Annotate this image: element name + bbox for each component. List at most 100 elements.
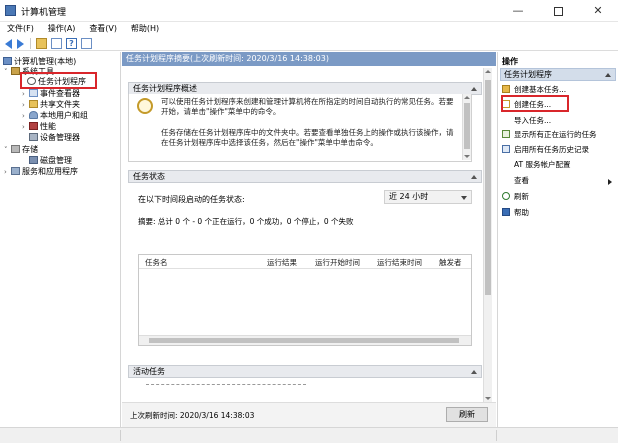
tree-item-device-manager[interactable]: 设备管理器 xyxy=(29,132,80,143)
status-period-dropdown[interactable]: 近 24 小时 xyxy=(384,190,472,204)
maximize-button[interactable] xyxy=(538,0,578,22)
last-refresh-time: 上次刷新时间: 2020/3/16 14:38:03 xyxy=(130,411,255,420)
action-enable-history[interactable]: 启用所有任务历史记录 xyxy=(502,144,589,156)
column-start-time[interactable]: 运行开始时间 xyxy=(315,257,360,268)
scroll-thumb[interactable] xyxy=(149,338,459,343)
at-service-icon xyxy=(502,160,510,168)
scroll-thumb[interactable] xyxy=(464,103,470,149)
collapse-caret-icon[interactable] xyxy=(605,73,611,77)
tree-item-shared-folders[interactable]: › 共享文件夹 xyxy=(22,99,80,110)
actions-section-task-scheduler[interactable]: 任务计划程序 xyxy=(500,68,616,81)
back-arrow-icon[interactable] xyxy=(5,39,12,49)
action-view[interactable]: 查看 xyxy=(502,175,529,187)
task-scheduler-clock-icon xyxy=(137,98,153,114)
running-tasks-icon xyxy=(502,130,510,138)
properties-icon[interactable] xyxy=(81,38,92,49)
menu-action[interactable]: 操作(A) xyxy=(44,22,80,36)
task-status-section-header[interactable]: 任务状态 xyxy=(128,170,482,183)
submenu-arrow-icon xyxy=(608,179,612,185)
tree-label: 本地用户和组 xyxy=(40,111,88,120)
import-icon xyxy=(502,116,510,124)
collapse-caret-icon[interactable] xyxy=(471,370,477,374)
menu-help[interactable]: 帮助(H) xyxy=(127,22,163,36)
active-tasks-truncated-content xyxy=(146,382,306,385)
action-label: 帮助 xyxy=(514,208,529,217)
column-end-time[interactable]: 运行结束时间 xyxy=(377,257,422,268)
help-icon xyxy=(502,208,510,216)
tree-label: 磁盘管理 xyxy=(40,156,72,165)
summary-header: 任务计划程序摘要(上次刷新时间: 2020/3/16 14:38:03) xyxy=(122,52,496,66)
active-tasks-title: 活动任务 xyxy=(133,367,165,376)
task-scheduler-summary-pane: 任务计划程序摘要(上次刷新时间: 2020/3/16 14:38:03) 任务计… xyxy=(122,52,496,427)
overview-scrollbar[interactable] xyxy=(462,94,471,160)
table-horizontal-scrollbar[interactable] xyxy=(139,335,471,345)
status-bar-divider xyxy=(496,430,497,441)
collapse-caret-icon[interactable] xyxy=(471,175,477,179)
menu-view[interactable]: 查看(V) xyxy=(85,22,121,36)
tree-label: 事件查看器 xyxy=(40,89,80,98)
action-label: 启用所有任务历史记录 xyxy=(514,145,589,154)
toolbar: ? xyxy=(0,36,618,51)
tree-item-local-users[interactable]: › 本地用户和组 xyxy=(22,110,88,121)
tree-item-performance[interactable]: › 性能 xyxy=(22,121,56,132)
scroll-down-icon[interactable] xyxy=(464,155,470,158)
show-hide-tree-icon[interactable] xyxy=(51,38,62,49)
action-import-task[interactable]: 导入任务... xyxy=(502,115,551,127)
scroll-up-icon[interactable] xyxy=(485,70,491,73)
status-period-label: 在以下时间段启动的任务状态: xyxy=(138,195,245,204)
column-triggered-by[interactable]: 触发者 xyxy=(439,257,462,268)
refresh-icon xyxy=(502,192,510,200)
menu-bar: 文件(F) 操作(A) 查看(V) 帮助(H) xyxy=(0,22,618,36)
highlight-box-create-task xyxy=(501,95,569,112)
tree-item-storage[interactable]: ˅ 存储 xyxy=(4,144,38,155)
collapse-icon[interactable]: ˅ xyxy=(4,145,11,156)
status-period-value: 近 24 小时 xyxy=(389,192,429,201)
scroll-down-icon[interactable] xyxy=(485,397,491,400)
collapse-icon[interactable]: ˅ xyxy=(4,67,11,78)
action-label: 查看 xyxy=(514,176,529,185)
chevron-down-icon xyxy=(461,196,467,200)
services-icon xyxy=(11,167,20,175)
folder-icon xyxy=(29,100,38,108)
action-refresh[interactable]: 刷新 xyxy=(502,191,529,203)
actions-section-label: 任务计划程序 xyxy=(504,70,552,79)
summary-scrollbar[interactable] xyxy=(483,68,492,402)
actions-title: 操作 xyxy=(502,57,518,66)
toolbar-divider xyxy=(30,38,31,49)
collapse-caret-icon[interactable] xyxy=(471,87,477,91)
action-at-service-config[interactable]: AT 服务帐户配置 xyxy=(502,159,571,171)
menu-file[interactable]: 文件(F) xyxy=(3,22,38,36)
column-run-result[interactable]: 运行结果 xyxy=(267,257,297,268)
action-show-running-tasks[interactable]: 显示所有正在运行的任务 xyxy=(502,129,597,141)
table-header: 任务名 运行结果 运行开始时间 运行结束时间 触发者 xyxy=(139,255,471,269)
tree-label: 共享文件夹 xyxy=(40,100,80,109)
disk-icon xyxy=(29,156,38,164)
active-tasks-section-header[interactable]: 活动任务 xyxy=(128,365,482,378)
refresh-button[interactable]: 刷新 xyxy=(446,407,488,422)
action-help[interactable]: 帮助 xyxy=(502,207,529,219)
column-task-name[interactable]: 任务名 xyxy=(145,257,168,268)
close-button[interactable]: ✕ xyxy=(578,0,618,22)
summary-footer: 上次刷新时间: 2020/3/16 14:38:03 刷新 xyxy=(122,402,496,427)
computer-icon xyxy=(3,57,12,65)
scroll-up-icon[interactable] xyxy=(464,96,470,99)
tools-icon xyxy=(11,67,20,75)
overview-paragraph-1: 可以使用任务计划程序来创建和管理计算机将在所指定的时间自动执行的常见任务。若要开… xyxy=(161,97,454,116)
help-icon[interactable]: ? xyxy=(66,38,77,49)
forward-arrow-icon[interactable] xyxy=(17,39,24,49)
tree-item-event-viewer[interactable]: › 事件查看器 xyxy=(22,88,80,99)
action-label: 创建基本任务... xyxy=(514,85,567,94)
view-icon xyxy=(502,176,510,184)
tree-item-services[interactable]: › 服务和应用程序 xyxy=(4,166,78,177)
up-folder-icon[interactable] xyxy=(36,38,47,49)
users-icon xyxy=(29,111,38,119)
device-manager-icon xyxy=(29,133,38,141)
tree-item-disk-management[interactable]: 磁盘管理 xyxy=(29,155,72,166)
minimize-button[interactable]: — xyxy=(498,0,538,22)
tree-label: 设备管理器 xyxy=(40,133,80,142)
expand-icon[interactable]: › xyxy=(22,122,29,133)
wizard-icon xyxy=(502,85,510,93)
scroll-thumb[interactable] xyxy=(485,80,491,295)
expand-icon[interactable]: › xyxy=(4,167,11,178)
action-label: AT 服务帐户配置 xyxy=(514,160,571,169)
